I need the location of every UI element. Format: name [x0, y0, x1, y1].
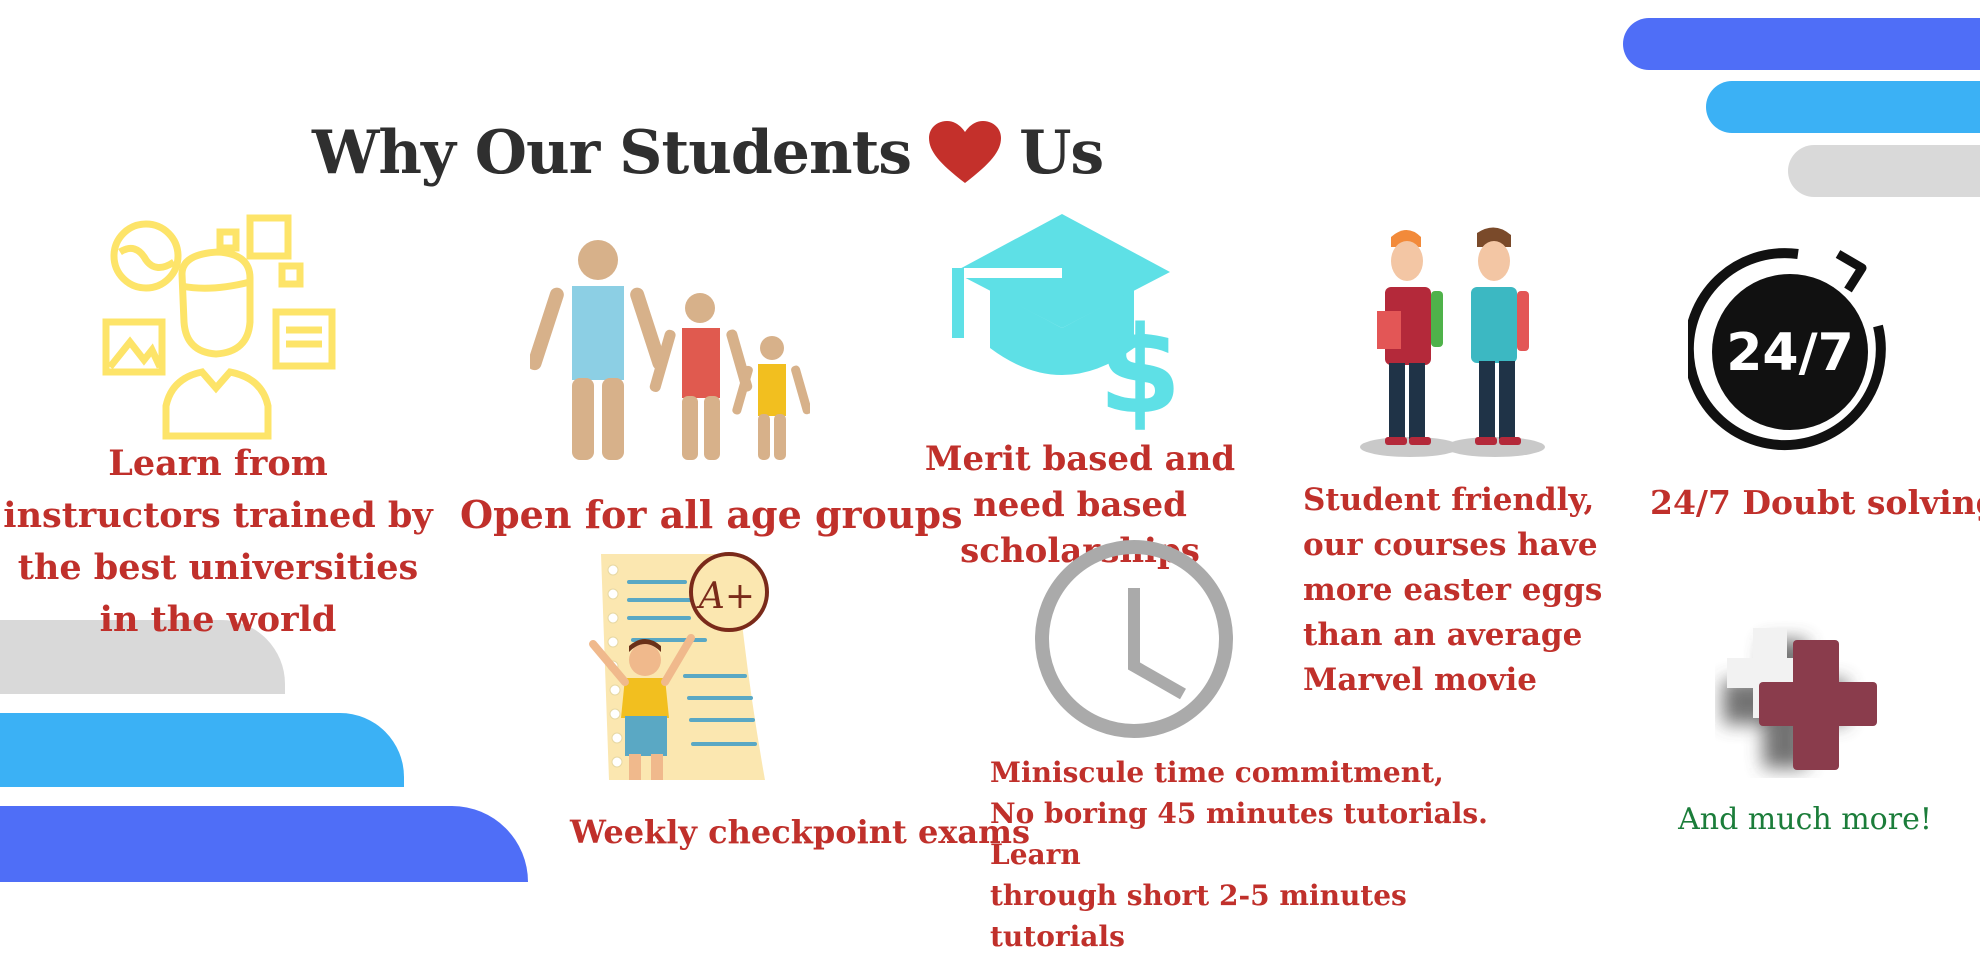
feature-caption-student-friendly: Student friendly, our courses have more …: [1303, 482, 1603, 698]
time-commitment-line-2: No boring 45 minutes tutorials. Learn: [990, 797, 1488, 871]
decor-bar-gray-top: [1788, 145, 1980, 197]
decor-bar-blue-top: [1623, 18, 1980, 70]
time-commitment-line-3: through short 2-5 minutes tutorials: [990, 879, 1407, 953]
page-title: Why Our Students Us: [312, 118, 1104, 188]
decor-bar-lightblue-top: [1706, 81, 1980, 133]
instructor-icon: [100, 212, 340, 442]
exam-icon: A+: [585, 548, 775, 798]
time-commitment-line-1: Miniscule time commitment,: [990, 756, 1444, 789]
clock-24-7-icon: 24/7: [1683, 248, 1892, 452]
feature-caption-time-commitment: Miniscule time commitment, No boring 45 …: [990, 752, 1550, 957]
feature-caption-age-groups: Open for all age groups: [460, 492, 963, 537]
feature-caption-much-more: And much more!: [1678, 802, 1932, 837]
feature-caption-instructors: Learn from instructors trained by the be…: [3, 443, 433, 640]
heart-icon: [929, 121, 1002, 185]
feature-caption-doubt-solving: 24/7 Doubt solving: [1650, 483, 1980, 522]
clock-icon: [1033, 538, 1235, 740]
graduation-scholarship-icon: $: [950, 212, 1182, 441]
decor-bar-lightblue-bottom: [0, 713, 404, 787]
title-text-before: Why Our Students: [312, 118, 912, 188]
family-icon: [527, 238, 812, 463]
svg-text:$: $: [1098, 302, 1180, 432]
plus-icon: [1715, 618, 1895, 778]
decor-bar-blue-bottom: [0, 806, 528, 882]
feature-caption-weekly-exams: Weekly checkpoint exams: [570, 813, 1030, 851]
clock-24-7-text: 24/7: [1726, 323, 1854, 383]
exam-grade-text: A+: [696, 576, 755, 617]
students-icon: [1355, 225, 1545, 465]
title-text-after: Us: [1019, 118, 1104, 188]
